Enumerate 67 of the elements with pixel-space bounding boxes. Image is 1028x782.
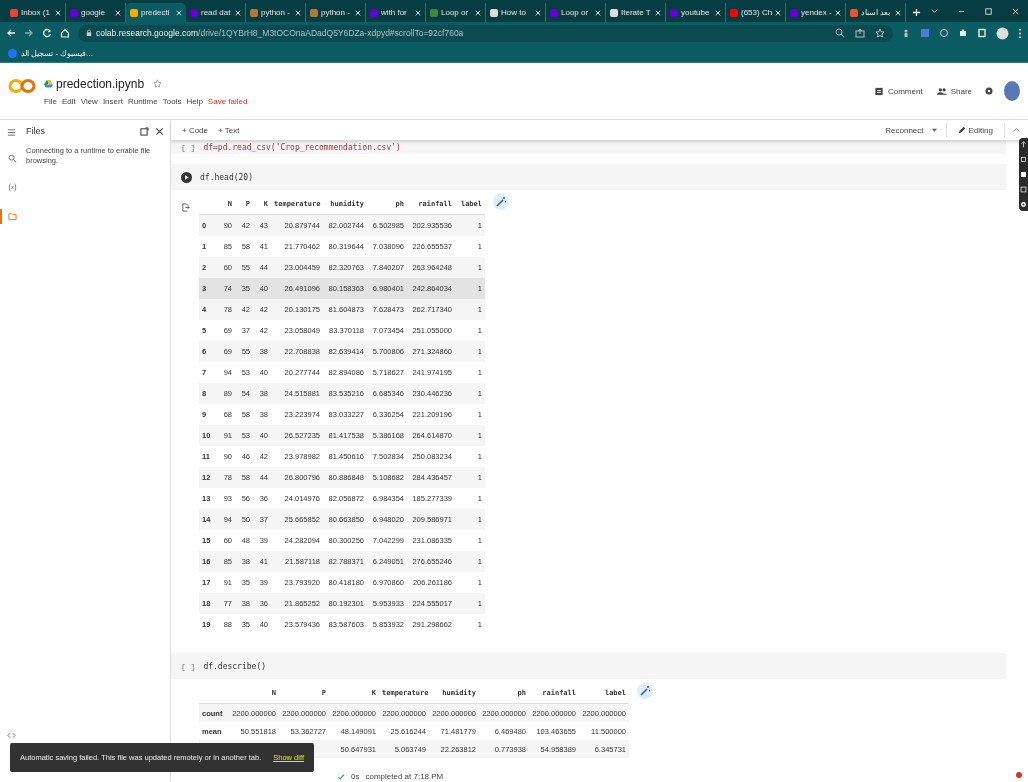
settings-icon[interactable] xyxy=(1020,201,1027,208)
browser-tab[interactable]: predecti xyxy=(126,3,186,22)
drive-icon xyxy=(44,79,53,88)
more-icon[interactable] xyxy=(1018,27,1022,39)
caret-icon[interactable] xyxy=(930,127,938,133)
code-line: df.describe() xyxy=(203,661,267,671)
sidepanel-icon[interactable] xyxy=(977,28,987,38)
forward-arrow-icon[interactable] xyxy=(24,28,34,38)
notebook-title[interactable]: predection.ipynb xyxy=(56,76,145,91)
pencil-icon xyxy=(957,126,966,134)
menu-item[interactable]: Runtime xyxy=(127,96,158,106)
restore-icon[interactable] xyxy=(984,7,993,16)
code-cell[interactable]: df.head(20) xyxy=(171,164,1006,190)
check-icon xyxy=(337,772,345,781)
variables-icon xyxy=(7,183,17,192)
colab-logo-icon[interactable] xyxy=(8,78,36,94)
add-cell-button[interactable]: + Text xyxy=(215,125,243,135)
save-status[interactable]: Save failed xyxy=(207,96,248,106)
new-tab-icon[interactable] xyxy=(912,8,921,17)
zoom-icon[interactable] xyxy=(835,28,845,38)
home-icon[interactable] xyxy=(60,28,70,38)
reload-icon[interactable] xyxy=(42,28,52,38)
editing-mode-button[interactable]: Editing xyxy=(954,125,996,135)
share-icon[interactable] xyxy=(855,28,865,38)
share-button[interactable]: Share xyxy=(934,84,974,98)
run-duration: 0s xyxy=(351,772,360,781)
profile-avatar-icon[interactable] xyxy=(996,26,1009,40)
run-button-icon[interactable] xyxy=(181,171,192,183)
notification-dot xyxy=(1016,772,1022,778)
chevron-up-icon[interactable] xyxy=(1013,127,1020,133)
lock-icon xyxy=(86,29,92,37)
address-bar[interactable]: colab.research.google.com/drive/1QYBrH8_M3tOCOnaADadQ5Y6DZa-xdpyd#scrollTo=92cf760a xyxy=(78,24,893,42)
menu-item[interactable]: Help xyxy=(186,96,203,106)
people-icon xyxy=(936,86,947,96)
new-window-icon[interactable] xyxy=(140,126,149,136)
star-icon[interactable] xyxy=(153,79,163,88)
avatar[interactable] xyxy=(1004,81,1020,101)
code-cell[interactable]: [ ] df=pd.read_csv('Crop_recommendation.csv') xyxy=(171,140,1006,154)
close-icon[interactable] xyxy=(155,126,164,136)
folder-icon xyxy=(7,212,17,221)
execution-count: [ ] xyxy=(181,142,196,152)
menu-icon[interactable] xyxy=(6,128,16,137)
panel-title: Files xyxy=(26,126,46,136)
settings-icon[interactable] xyxy=(984,86,994,96)
puzzle-icon[interactable] xyxy=(958,28,968,38)
search-icon xyxy=(7,154,17,163)
menu-item[interactable]: File xyxy=(44,96,57,106)
bookmark[interactable]: فيسبوك - تسجيل الد... xyxy=(8,48,93,58)
magic-wand-icon[interactable] xyxy=(493,194,509,210)
menu-item[interactable]: Tools xyxy=(162,96,182,106)
menu-item[interactable]: Insert xyxy=(102,96,123,106)
menu-item[interactable]: View xyxy=(80,96,98,106)
magic-wand-icon[interactable] xyxy=(637,683,653,699)
status-message: completed at 7:18 PM xyxy=(365,772,444,781)
code-line: df=pd.read_csv('Crop_recommendation.csv') xyxy=(203,142,401,152)
reconnect-button[interactable]: Reconnect xyxy=(882,125,927,135)
comment-button[interactable]: Comment xyxy=(871,84,925,98)
arrow-up-icon[interactable] xyxy=(1020,141,1027,148)
code-cell[interactable]: [ ] df.describe() xyxy=(171,653,1006,679)
star-icon[interactable] xyxy=(875,28,885,38)
add-cell-button[interactable]: + Code xyxy=(179,125,212,135)
menu-item[interactable]: Edit xyxy=(61,96,76,106)
back-arrow-icon[interactable] xyxy=(6,28,16,38)
output-icon[interactable] xyxy=(181,203,190,212)
chevron-down-icon[interactable] xyxy=(930,7,939,16)
code-line: df.head(20) xyxy=(200,172,253,182)
execution-count: [ ] xyxy=(181,661,196,671)
